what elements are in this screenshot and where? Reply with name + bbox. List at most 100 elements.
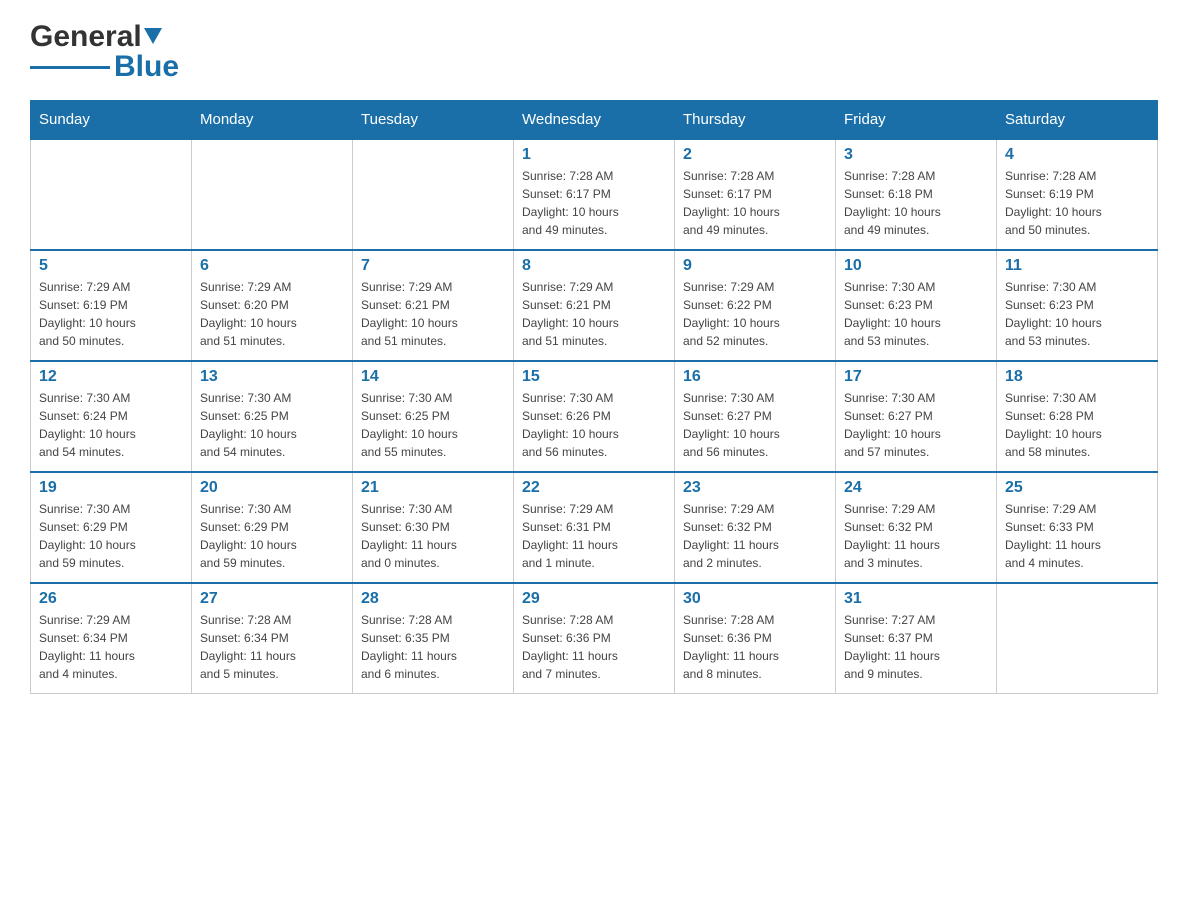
logo-triangle-icon	[144, 28, 162, 44]
calendar-day-cell	[353, 139, 514, 250]
calendar-body: 1 Sunrise: 7:28 AM Sunset: 6:17 PM Daylig…	[31, 139, 1158, 694]
calendar-day-cell: 21 Sunrise: 7:30 AM Sunset: 6:30 PM Dayli…	[353, 472, 514, 583]
calendar-day-cell: 31 Sunrise: 7:27 AM Sunset: 6:37 PM Dayli…	[836, 583, 997, 694]
day-info: Sunrise: 7:28 AM Sunset: 6:17 PM Dayligh…	[683, 167, 827, 239]
calendar-day-cell: 30Sunrise: 7:28 AM Sunset: 6:36 PM Dayli…	[675, 583, 836, 694]
day-info: Sunrise: 7:30 AM Sunset: 6:25 PM Dayligh…	[361, 389, 505, 461]
day-number: 28	[361, 590, 505, 608]
calendar-day-cell: 20 Sunrise: 7:30 AM Sunset: 6:29 PM Dayli…	[192, 472, 353, 583]
day-of-week-header: Friday	[836, 101, 997, 140]
calendar-day-cell: 29 Sunrise: 7:28 AM Sunset: 6:36 PM Dayli…	[514, 583, 675, 694]
day-info: Sunrise: 7:29 AM Sunset: 6:21 PM Dayligh…	[361, 278, 505, 350]
calendar-day-cell: 26Sunrise: 7:29 AM Sunset: 6:34 PM Dayli…	[31, 583, 192, 694]
day-of-week-header: Thursday	[675, 101, 836, 140]
calendar-week-row: 26Sunrise: 7:29 AM Sunset: 6:34 PM Dayli…	[31, 583, 1158, 694]
day-number: 4	[1005, 146, 1149, 164]
day-info: Sunrise: 7:29 AM Sunset: 6:20 PM Dayligh…	[200, 278, 344, 350]
day-number: 15	[522, 368, 666, 386]
day-info: Sunrise: 7:28 AM Sunset: 6:36 PM Dayligh…	[522, 611, 666, 683]
day-number: 13	[200, 368, 344, 386]
calendar-day-cell: 10 Sunrise: 7:30 AM Sunset: 6:23 PM Dayli…	[836, 250, 997, 361]
day-number: 6	[200, 257, 344, 275]
day-info: Sunrise: 7:30 AM Sunset: 6:24 PM Dayligh…	[39, 389, 183, 461]
calendar-day-cell: 18 Sunrise: 7:30 AM Sunset: 6:28 PM Dayli…	[997, 361, 1158, 472]
calendar-day-cell: 22Sunrise: 7:29 AM Sunset: 6:31 PM Dayli…	[514, 472, 675, 583]
day-number: 31	[844, 590, 988, 608]
calendar-day-cell: 23 Sunrise: 7:29 AM Sunset: 6:32 PM Dayli…	[675, 472, 836, 583]
calendar-day-cell: 7 Sunrise: 7:29 AM Sunset: 6:21 PM Daylig…	[353, 250, 514, 361]
day-info: Sunrise: 7:29 AM Sunset: 6:22 PM Dayligh…	[683, 278, 827, 350]
day-info: Sunrise: 7:29 AM Sunset: 6:19 PM Dayligh…	[39, 278, 183, 350]
calendar-day-cell: 3Sunrise: 7:28 AM Sunset: 6:18 PM Daylig…	[836, 139, 997, 250]
calendar-header: SundayMondayTuesdayWednesdayThursdayFrid…	[31, 101, 1158, 140]
days-of-week-row: SundayMondayTuesdayWednesdayThursdayFrid…	[31, 101, 1158, 140]
calendar-day-cell: 12 Sunrise: 7:30 AM Sunset: 6:24 PM Dayli…	[31, 361, 192, 472]
calendar-day-cell: 1Sunrise: 7:28 AM Sunset: 6:17 PM Daylig…	[514, 139, 675, 250]
logo-divider	[30, 66, 110, 69]
day-number: 9	[683, 257, 827, 275]
calendar-day-cell	[997, 583, 1158, 694]
calendar-day-cell: 25Sunrise: 7:29 AM Sunset: 6:33 PM Dayli…	[997, 472, 1158, 583]
day-number: 27	[200, 590, 344, 608]
day-info: Sunrise: 7:29 AM Sunset: 6:21 PM Dayligh…	[522, 278, 666, 350]
day-number: 24	[844, 479, 988, 497]
calendar-day-cell: 24 Sunrise: 7:29 AM Sunset: 6:32 PM Dayli…	[836, 472, 997, 583]
day-number: 21	[361, 479, 505, 497]
day-info: Sunrise: 7:28 AM Sunset: 6:34 PM Dayligh…	[200, 611, 344, 683]
day-of-week-header: Wednesday	[514, 101, 675, 140]
calendar-day-cell: 6 Sunrise: 7:29 AM Sunset: 6:20 PM Daylig…	[192, 250, 353, 361]
calendar-week-row: 1 Sunrise: 7:28 AM Sunset: 6:17 PM Daylig…	[31, 139, 1158, 250]
day-of-week-header: Saturday	[997, 101, 1158, 140]
calendar-day-cell: 15 Sunrise: 7:30 AM Sunset: 6:26 PM Dayli…	[514, 361, 675, 472]
day-info: Sunrise: 7:30 AM Sunset: 6:25 PM Dayligh…	[200, 389, 344, 461]
day-number: 11	[1005, 257, 1149, 275]
calendar-day-cell: 13 Sunrise: 7:30 AM Sunset: 6:25 PM Dayli…	[192, 361, 353, 472]
day-number: 18	[1005, 368, 1149, 386]
day-number: 29	[522, 590, 666, 608]
day-number: 23	[683, 479, 827, 497]
logo-blue-text: Blue	[114, 50, 179, 84]
day-number: 10	[844, 257, 988, 275]
day-info: Sunrise: 7:30 AM Sunset: 6:26 PM Dayligh…	[522, 389, 666, 461]
calendar-day-cell: 8 Sunrise: 7:29 AM Sunset: 6:21 PM Daylig…	[514, 250, 675, 361]
day-number: 7	[361, 257, 505, 275]
day-number: 8	[522, 257, 666, 275]
calendar-day-cell: 19 Sunrise: 7:30 AM Sunset: 6:29 PM Dayli…	[31, 472, 192, 583]
day-info: Sunrise: 7:27 AM Sunset: 6:37 PM Dayligh…	[844, 611, 988, 683]
day-number: 16	[683, 368, 827, 386]
day-number: 22	[522, 479, 666, 497]
calendar-day-cell: 9 Sunrise: 7:29 AM Sunset: 6:22 PM Daylig…	[675, 250, 836, 361]
day-info: Sunrise: 7:28 AM Sunset: 6:36 PM Dayligh…	[683, 611, 827, 683]
day-number: 1	[522, 146, 666, 164]
day-info: Sunrise: 7:29 AM Sunset: 6:32 PM Dayligh…	[683, 500, 827, 572]
calendar-day-cell: 17 Sunrise: 7:30 AM Sunset: 6:27 PM Dayli…	[836, 361, 997, 472]
day-of-week-header: Monday	[192, 101, 353, 140]
logo-general-text: General	[30, 20, 142, 54]
day-info: Sunrise: 7:30 AM Sunset: 6:29 PM Dayligh…	[39, 500, 183, 572]
day-of-week-header: Sunday	[31, 101, 192, 140]
day-of-week-header: Tuesday	[353, 101, 514, 140]
day-info: Sunrise: 7:30 AM Sunset: 6:28 PM Dayligh…	[1005, 389, 1149, 461]
calendar-day-cell: 4Sunrise: 7:28 AM Sunset: 6:19 PM Daylig…	[997, 139, 1158, 250]
calendar-day-cell	[31, 139, 192, 250]
day-info: Sunrise: 7:30 AM Sunset: 6:29 PM Dayligh…	[200, 500, 344, 572]
day-number: 12	[39, 368, 183, 386]
day-info: Sunrise: 7:30 AM Sunset: 6:23 PM Dayligh…	[844, 278, 988, 350]
day-number: 20	[200, 479, 344, 497]
day-info: Sunrise: 7:28 AM Sunset: 6:18 PM Dayligh…	[844, 167, 988, 239]
calendar-week-row: 5Sunrise: 7:29 AM Sunset: 6:19 PM Daylig…	[31, 250, 1158, 361]
logo: General Blue	[30, 20, 179, 84]
day-info: Sunrise: 7:29 AM Sunset: 6:32 PM Dayligh…	[844, 500, 988, 572]
day-info: Sunrise: 7:28 AM Sunset: 6:35 PM Dayligh…	[361, 611, 505, 683]
day-info: Sunrise: 7:30 AM Sunset: 6:27 PM Dayligh…	[844, 389, 988, 461]
calendar-day-cell	[192, 139, 353, 250]
calendar-week-row: 19 Sunrise: 7:30 AM Sunset: 6:29 PM Dayli…	[31, 472, 1158, 583]
calendar-day-cell: 2Sunrise: 7:28 AM Sunset: 6:17 PM Daylig…	[675, 139, 836, 250]
day-number: 17	[844, 368, 988, 386]
day-number: 19	[39, 479, 183, 497]
day-info: Sunrise: 7:30 AM Sunset: 6:27 PM Dayligh…	[683, 389, 827, 461]
day-info: Sunrise: 7:29 AM Sunset: 6:34 PM Dayligh…	[39, 611, 183, 683]
day-info: Sunrise: 7:30 AM Sunset: 6:30 PM Dayligh…	[361, 500, 505, 572]
day-info: Sunrise: 7:30 AM Sunset: 6:23 PM Dayligh…	[1005, 278, 1149, 350]
calendar-day-cell: 11 Sunrise: 7:30 AM Sunset: 6:23 PM Dayli…	[997, 250, 1158, 361]
